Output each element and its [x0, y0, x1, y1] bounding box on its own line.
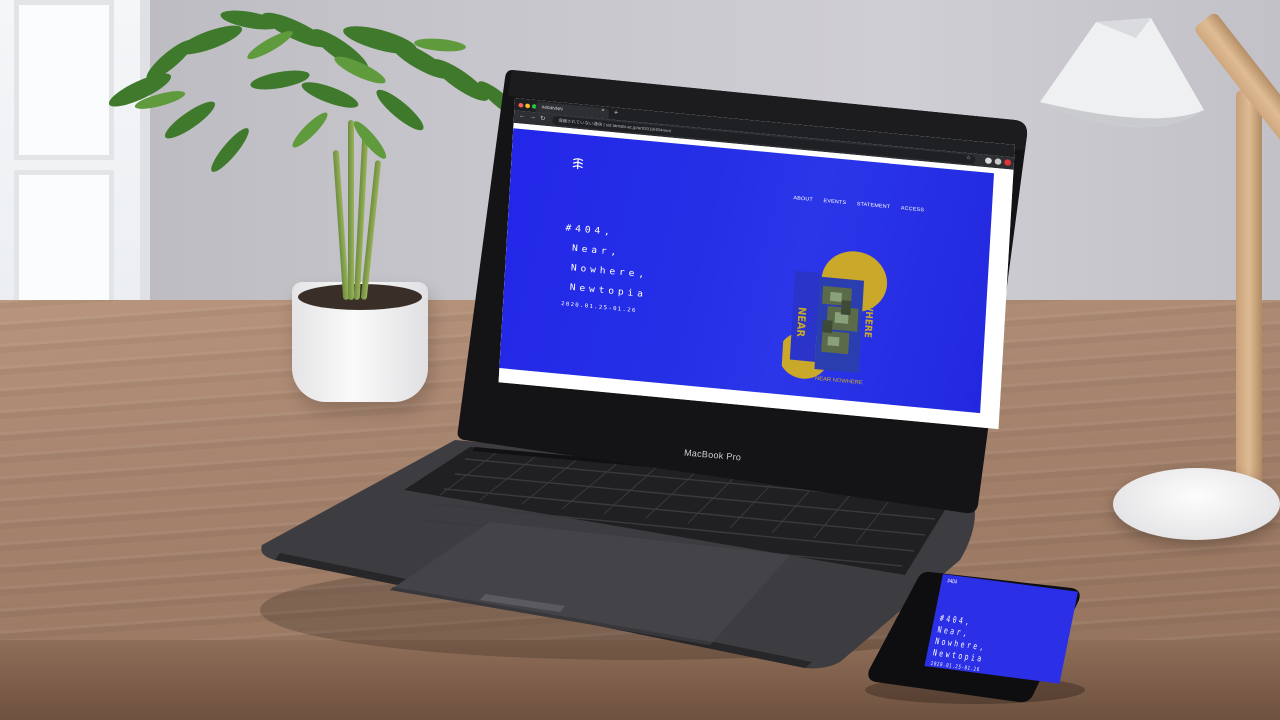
hero-section: ABOUT EVENTS STATEMENT ACCESS #404, Near… [499, 128, 994, 414]
lamp-shade [1040, 18, 1204, 128]
smartphone-screen: #404 #404, Near, Nowhere, Newtopia 2020.… [924, 574, 1078, 684]
exhibition-key-visual: NEAR NOWHERE NEAR NOWHERE [780, 251, 888, 386]
nav-about[interactable]: ABOUT [793, 196, 813, 203]
close-window-icon[interactable] [518, 102, 524, 108]
lamp-base [1113, 468, 1280, 540]
web-page: ABOUT EVENTS STATEMENT ACCESS #404, Near… [498, 122, 1014, 430]
minimize-window-icon[interactable] [525, 103, 531, 109]
lamp-pole [1236, 90, 1262, 490]
exhibition-title: #404, Near, Nowhere, Newtopia 2020.01.25… [561, 219, 651, 315]
artwork-text: NEAR NOWHERE [815, 376, 863, 386]
extension-icon[interactable] [984, 157, 992, 165]
nav-events[interactable]: EVENTS [823, 198, 846, 205]
phone-logo[interactable]: #404 [947, 579, 958, 586]
nav-statement[interactable]: STATEMENT [857, 202, 891, 210]
back-icon[interactable]: ← [519, 113, 526, 120]
svg-text:NEAR: NEAR [794, 307, 807, 338]
tab-close-icon[interactable]: × [601, 108, 605, 114]
tab-title: #404NNN [541, 104, 563, 113]
site-nav: ABOUT EVENTS STATEMENT ACCESS [793, 196, 924, 214]
laptop-screen: #404NNN × + ← → ↻ 保護されていない通信 | sid.tamab… [498, 98, 1015, 430]
desk-edge [0, 640, 1280, 720]
site-logo-icon[interactable] [571, 157, 585, 171]
extension-red-icon[interactable] [1004, 159, 1012, 166]
new-tab-button[interactable]: + [614, 108, 619, 116]
phone-title: #404, Near, Nowhere, Newtopia 2020.01.25… [930, 613, 992, 673]
window-pane-upper [14, 0, 114, 160]
nav-access[interactable]: ACCESS [901, 206, 925, 214]
plant-foliage [108, 10, 522, 172]
forward-icon[interactable]: → [529, 114, 536, 121]
star-icon[interactable]: ☆ [966, 155, 972, 161]
profile-avatar-icon[interactable] [994, 158, 1002, 166]
reload-icon[interactable]: ↻ [540, 115, 546, 123]
